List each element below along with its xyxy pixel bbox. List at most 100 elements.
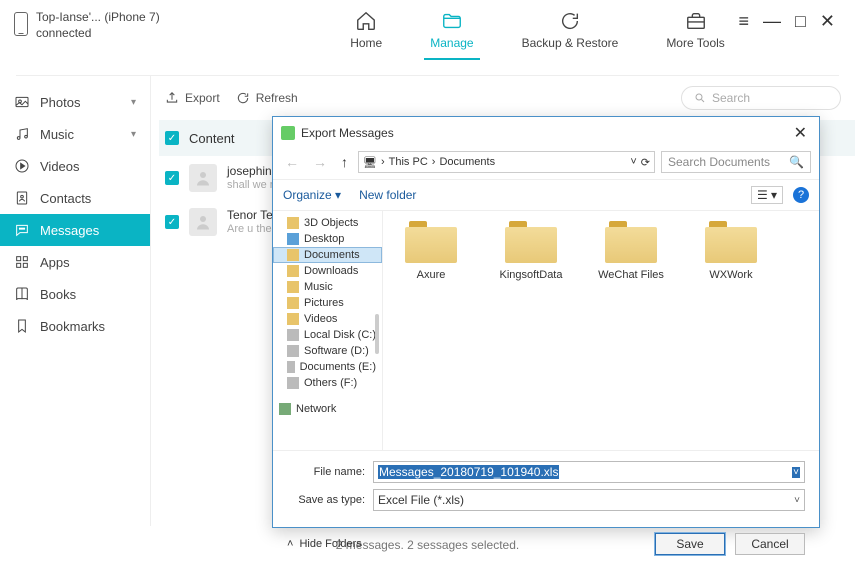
tab-home[interactable]: Home	[350, 10, 382, 58]
filetype-value: Excel File (*.xls)	[378, 493, 464, 507]
filename-row: File name: Messages_20180719_101940.xls …	[287, 461, 805, 483]
folder-item[interactable]: WXWork	[695, 221, 767, 281]
sidebar-item-messages[interactable]: Messages	[0, 214, 150, 246]
tree-item[interactable]: Desktop	[273, 231, 382, 247]
minimize-button[interactable]: —	[763, 12, 781, 30]
hide-folders-toggle[interactable]: ˄ Hide Folders	[287, 538, 362, 550]
export-dialog: Export Messages ✕ ← → ↑ 🖥 › This PC › Do…	[272, 116, 820, 528]
sidebar-item-music[interactable]: Music ▾	[0, 118, 150, 150]
tree-label: Pictures	[304, 297, 344, 309]
dialog-search-input[interactable]: Search Documents 🔍	[661, 151, 811, 173]
filename-input[interactable]: Messages_20180719_101940.xls ˅	[373, 461, 805, 483]
search-placeholder: Search	[712, 91, 750, 105]
organize-menu[interactable]: Organize ▾	[283, 188, 341, 202]
export-button[interactable]: Export	[165, 91, 220, 105]
tree-item-network[interactable]: Network	[273, 401, 382, 417]
dialog-body: 3D Objects Desktop DocumentsDownloadsMusic…	[273, 211, 819, 451]
tree-label: Desktop	[304, 233, 344, 245]
fold-icon	[287, 281, 299, 293]
tab-home-label: Home	[350, 36, 382, 50]
search-input[interactable]: Search	[681, 86, 841, 110]
sidebar-item-videos[interactable]: Videos	[0, 150, 150, 182]
breadcrumb-sep: ›	[379, 156, 387, 168]
folder-icon	[505, 221, 557, 263]
tree-item[interactable]: Local Disk (C:)	[273, 327, 382, 343]
row-checkbox[interactable]: ✓	[165, 215, 179, 229]
nav-up-button[interactable]: ↑	[337, 152, 352, 172]
folder-icon	[405, 221, 457, 263]
view-mode-button[interactable]: ☰ ▾	[751, 186, 783, 204]
nav-back-button[interactable]: ←	[281, 152, 303, 172]
nav-forward-button[interactable]: →	[309, 152, 331, 172]
sidebar-item-apps[interactable]: Apps	[0, 246, 150, 278]
tab-tools[interactable]: More Tools	[666, 10, 724, 58]
device-name: Top-Ianse'... (iPhone 7)	[36, 10, 160, 26]
breadcrumb[interactable]: 🖥 › This PC › Documents ˅ ⟳	[358, 151, 655, 173]
sidebar-item-books[interactable]: Books	[0, 278, 150, 310]
search-wrap: Search	[681, 86, 841, 110]
folder-item[interactable]: Axure	[395, 221, 467, 281]
new-folder-button[interactable]: New folder	[359, 188, 416, 202]
filetype-select[interactable]: Excel File (*.xls) ˅	[373, 489, 805, 511]
tree-item[interactable]: Others (F:)	[273, 375, 382, 391]
tab-manage[interactable]: Manage	[430, 10, 473, 58]
apps-icon	[14, 254, 30, 270]
sidebar-item-photos[interactable]: Photos ▾	[0, 86, 150, 118]
folder-item[interactable]: WeChat Files	[595, 221, 667, 281]
bookmarks-icon	[14, 318, 30, 334]
folder-label: WeChat Files	[598, 269, 664, 281]
tree-item[interactable]: Documents (E:)	[273, 359, 382, 375]
filename-value: Messages_20180719_101940.xls	[378, 465, 559, 479]
tree-label-network: Network	[296, 403, 336, 415]
refresh-button[interactable]: Refresh	[236, 91, 298, 105]
row-checkbox[interactable]: ✓	[165, 171, 179, 185]
refresh-icon[interactable]: ⟳	[641, 156, 650, 169]
refresh-icon	[236, 91, 250, 105]
sidebar-label-messages: Messages	[40, 223, 99, 238]
crumb-root[interactable]: This PC	[389, 156, 428, 168]
dialog-close-button[interactable]: ✕	[790, 123, 811, 143]
search-icon	[694, 92, 706, 104]
chevron-down-icon[interactable]: ˅	[794, 495, 800, 506]
scrollbar[interactable]	[375, 217, 381, 450]
sidebar-label-apps: Apps	[40, 255, 70, 270]
tree-item[interactable]: Videos	[273, 311, 382, 327]
sidebar-item-bookmarks[interactable]: Bookmarks	[0, 310, 150, 342]
sidebar-item-contacts[interactable]: Contacts	[0, 182, 150, 214]
export-icon	[165, 91, 179, 105]
maximize-button[interactable]: □	[795, 12, 806, 30]
file-grid: Axure KingsoftData WeChat Files WXWork	[383, 211, 819, 450]
select-all-checkbox[interactable]: ✓	[165, 131, 179, 145]
folder-tree: 3D Objects Desktop DocumentsDownloadsMusic…	[273, 211, 383, 450]
tree-item[interactable]: Music	[273, 279, 382, 295]
hide-folders-label: Hide Folders	[299, 538, 361, 550]
cancel-button[interactable]: Cancel	[735, 533, 805, 555]
avatar	[189, 208, 217, 236]
filename-label: File name:	[287, 466, 365, 478]
tree-item[interactable]: Software (D:)	[273, 343, 382, 359]
tree-item[interactable]: Pictures	[273, 295, 382, 311]
chevron-down-icon[interactable]: ˅	[792, 467, 800, 478]
home-icon	[353, 10, 379, 32]
help-button[interactable]: ?	[793, 187, 809, 203]
chevron-up-icon: ˄	[287, 538, 293, 550]
drv-icon	[287, 361, 295, 373]
drv-icon	[287, 377, 299, 389]
phone-icon	[14, 12, 28, 36]
folder-icon	[605, 221, 657, 263]
folder-label: KingsoftData	[500, 269, 563, 281]
tree-item[interactable]: 3D Objects	[273, 215, 382, 231]
folder-icon	[705, 221, 757, 263]
tab-backup[interactable]: Backup & Restore	[522, 10, 619, 58]
tree-item[interactable]: Documents	[273, 247, 382, 263]
menu-button[interactable]: ≡	[739, 12, 750, 30]
folder-item[interactable]: KingsoftData	[495, 221, 567, 281]
chevron-down-icon: ▾	[131, 97, 136, 108]
window-controls: ≡ — □ ✕	[739, 12, 835, 30]
tree-item[interactable]: Downloads	[273, 263, 382, 279]
chevron-down-icon[interactable]: ˅	[630, 156, 636, 169]
sidebar-label-books: Books	[40, 287, 76, 302]
crumb-leaf[interactable]: Documents	[439, 156, 495, 168]
close-button[interactable]: ✕	[820, 12, 835, 30]
save-button[interactable]: Save	[655, 533, 725, 555]
